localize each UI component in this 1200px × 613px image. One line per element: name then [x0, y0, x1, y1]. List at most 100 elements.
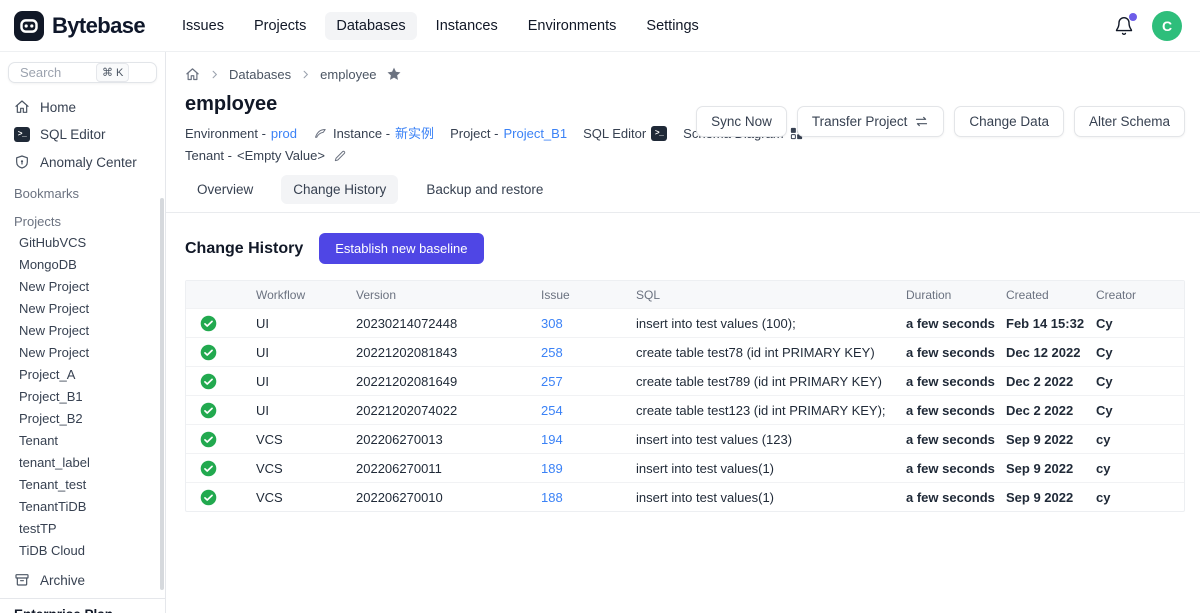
- sidebar-project-new-project[interactable]: New Project: [0, 342, 165, 364]
- column-header-workflow: Workflow: [256, 288, 356, 302]
- tab-change-history[interactable]: Change History: [281, 175, 398, 204]
- sidebar-project-project-b2[interactable]: Project_B2: [0, 408, 165, 430]
- status-cell: [186, 431, 256, 448]
- check-circle-icon: [200, 373, 217, 390]
- created-cell: Dec 12 2022: [1006, 345, 1096, 360]
- sidebar-project-project-b1[interactable]: Project_B1: [0, 386, 165, 408]
- section-head: Change History Establish new baseline: [185, 233, 1185, 264]
- sync-now-button[interactable]: Sync Now: [696, 106, 787, 137]
- sidebar-project-testtp[interactable]: testTP: [0, 518, 165, 540]
- sql-cell: insert into test values(1): [636, 490, 906, 505]
- sidebar-item-label: SQL Editor: [40, 127, 106, 142]
- issue-cell: 257: [541, 374, 636, 389]
- duration-cell: a few seconds: [906, 432, 1006, 447]
- sidebar-project-new-project[interactable]: New Project: [0, 320, 165, 342]
- duration-cell: a few seconds: [906, 345, 1006, 360]
- sidebar-project-tidb-cloud[interactable]: TiDB Cloud: [0, 540, 165, 562]
- sidebar-project-tenant-label[interactable]: tenant_label: [0, 452, 165, 474]
- issue-link[interactable]: 188: [541, 490, 563, 505]
- project-label: Project -: [450, 124, 498, 143]
- sidebar-project-tenant-test[interactable]: Tenant_test: [0, 474, 165, 496]
- table-row[interactable]: UI20221202081843258create table test78 (…: [186, 337, 1184, 366]
- sql-cell: insert into test values (123): [636, 432, 906, 447]
- issue-cell: 258: [541, 345, 636, 360]
- bookmark-star-icon[interactable]: [386, 66, 402, 82]
- sidebar-project-new-project[interactable]: New Project: [0, 298, 165, 320]
- workflow-cell: UI: [256, 374, 356, 389]
- sidebar: ⌘ K Home>_SQL EditorAnomaly Center Bookm…: [0, 52, 166, 613]
- top-nav-projects[interactable]: Projects: [243, 12, 317, 40]
- table-body: UI20230214072448308insert into test valu…: [186, 308, 1184, 511]
- table-row[interactable]: UI20221202081649257create table test789 …: [186, 366, 1184, 395]
- version-cell: 20221202074022: [356, 403, 541, 418]
- search-input[interactable]: [18, 64, 96, 81]
- alter-schema-button[interactable]: Alter Schema: [1074, 106, 1185, 137]
- check-circle-icon: [200, 344, 217, 361]
- status-cell: [186, 460, 256, 477]
- home-icon[interactable]: [185, 67, 200, 82]
- edit-pencil-icon[interactable]: [333, 149, 347, 163]
- tab-backup-and-restore[interactable]: Backup and restore: [414, 175, 555, 204]
- table-row[interactable]: UI20221202074022254create table test123 …: [186, 395, 1184, 424]
- sidebar-item-home[interactable]: Home: [0, 93, 165, 121]
- button-label: Alter Schema: [1089, 114, 1170, 129]
- notification-dot: [1129, 13, 1137, 21]
- tab-overview[interactable]: Overview: [185, 175, 265, 204]
- issue-link[interactable]: 258: [541, 345, 563, 360]
- issue-link[interactable]: 308: [541, 316, 563, 331]
- creator-cell: Cy: [1096, 403, 1184, 418]
- issue-link[interactable]: 254: [541, 403, 563, 418]
- sql-cell: create table test78 (id int PRIMARY KEY): [636, 345, 906, 360]
- user-avatar[interactable]: C: [1152, 11, 1182, 41]
- top-nav-environments[interactable]: Environments: [517, 12, 628, 40]
- version-cell: 202206270010: [356, 490, 541, 505]
- issue-link[interactable]: 257: [541, 374, 563, 389]
- instance-link[interactable]: 新实例: [395, 124, 434, 143]
- issue-cell: 254: [541, 403, 636, 418]
- column-header-creator: Creator: [1096, 288, 1184, 302]
- sidebar-item-anomaly-center[interactable]: Anomaly Center: [0, 148, 165, 176]
- column-header-version: Version: [356, 288, 541, 302]
- sidebar-project-project-a[interactable]: Project_A: [0, 364, 165, 386]
- status-cell: [186, 315, 256, 332]
- creator-cell: Cy: [1096, 345, 1184, 360]
- top-nav-instances[interactable]: Instances: [425, 12, 509, 40]
- top-nav-issues[interactable]: Issues: [171, 12, 235, 40]
- notification-bell-icon[interactable]: [1114, 16, 1134, 36]
- environment-link[interactable]: prod: [271, 124, 297, 143]
- created-cell: Sep 9 2022: [1006, 432, 1096, 447]
- sidebar-project-mongodb[interactable]: MongoDB: [0, 254, 165, 276]
- duration-cell: a few seconds: [906, 316, 1006, 331]
- sidebar-project-tenant[interactable]: Tenant: [0, 430, 165, 452]
- action-buttons: Sync Now Transfer Project Change Data Alter…: [696, 106, 1185, 137]
- creator-cell: Cy: [1096, 374, 1184, 389]
- table-row[interactable]: VCS202206270011189insert into test value…: [186, 453, 1184, 482]
- sidebar-item-sql-editor[interactable]: >_SQL Editor: [0, 121, 165, 148]
- change-data-button[interactable]: Change Data: [954, 106, 1064, 137]
- search-box[interactable]: ⌘ K: [8, 62, 157, 83]
- table-row[interactable]: UI20230214072448308insert into test valu…: [186, 308, 1184, 337]
- sidebar-project-tenanttidb[interactable]: TenantTiDB: [0, 496, 165, 518]
- sidebar-scrollbar[interactable]: [160, 198, 164, 590]
- issue-link[interactable]: 194: [541, 432, 563, 447]
- establish-baseline-button[interactable]: Establish new baseline: [319, 233, 483, 264]
- sidebar-project-new-project[interactable]: New Project: [0, 276, 165, 298]
- breadcrumb-employee[interactable]: employee: [320, 67, 376, 82]
- top-nav-databases[interactable]: Databases: [325, 12, 416, 40]
- transfer-project-button[interactable]: Transfer Project: [797, 106, 945, 137]
- change-history-table: WorkflowVersionIssueSQLDurationCreatedCr…: [185, 280, 1185, 512]
- sidebar-project-githubvcs[interactable]: GitHubVCS: [0, 232, 165, 254]
- check-circle-icon: [200, 489, 217, 506]
- check-circle-icon: [200, 315, 217, 332]
- sidebar-item-archive[interactable]: Archive: [0, 566, 165, 594]
- sql-editor-shortcut[interactable]: SQL Editor >_: [583, 124, 667, 143]
- top-nav-settings[interactable]: Settings: [635, 12, 709, 40]
- project-link[interactable]: Project_B1: [503, 124, 567, 143]
- duration-cell: a few seconds: [906, 461, 1006, 476]
- issue-link[interactable]: 189: [541, 461, 563, 476]
- status-cell: [186, 489, 256, 506]
- table-row[interactable]: VCS202206270010188insert into test value…: [186, 482, 1184, 511]
- breadcrumb-databases[interactable]: Databases: [229, 67, 291, 82]
- brand[interactable]: Bytebase: [14, 11, 145, 41]
- table-row[interactable]: VCS202206270013194insert into test value…: [186, 424, 1184, 453]
